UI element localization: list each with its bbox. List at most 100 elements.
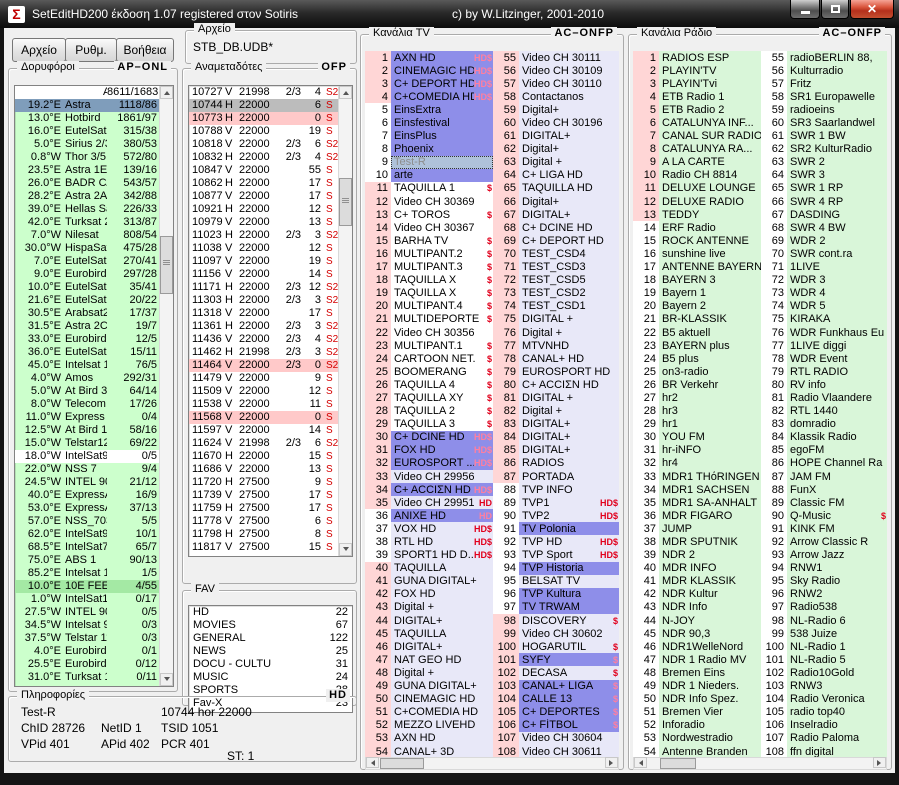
satellite-row[interactable]: 11.0°WExpress AM440/4 — [15, 411, 159, 424]
channel-row[interactable]: 16MULTIPANT.2$ — [365, 247, 493, 260]
satellite-row[interactable]: 21.6°EEutelSat W620/22 — [15, 294, 159, 307]
satellite-row[interactable]: 18.0°WIntelSat9010/5 — [15, 450, 159, 463]
channel-row[interactable]: 13C+ TOROS$ — [365, 208, 493, 221]
channel-row[interactable]: 83domradio — [761, 418, 887, 431]
channel-row[interactable]: 42NDR Kultur — [633, 588, 761, 601]
satellite-row[interactable]: 19.2°EAstra1118/86 — [15, 99, 159, 112]
channel-row[interactable]: 53AXN HD — [365, 732, 493, 745]
satellite-list[interactable]: All8611/168319.2°EAstra1118/8613.0°EHotb… — [14, 85, 174, 687]
channel-row[interactable]: 107Video CH 30604 — [493, 732, 619, 745]
channel-row[interactable]: 1RADIOS ESP — [633, 51, 761, 64]
channel-row[interactable]: 77MTVNHD — [493, 339, 619, 352]
channel-row[interactable]: 5EinsExtra — [365, 103, 493, 116]
channel-row[interactable]: 102Radio10Gold — [761, 666, 887, 679]
channel-row[interactable]: 11DELUXE LOUNGE — [633, 182, 761, 195]
tv-horizontal-scrollbar[interactable] — [365, 757, 619, 770]
channel-row[interactable]: 31hr-iNFO — [633, 444, 761, 457]
satellite-row[interactable]: 31.0°ETurksat 1C0/11 — [15, 671, 159, 684]
channel-row[interactable]: 24B5 plus — [633, 352, 761, 365]
channel-row[interactable]: 10arte — [365, 169, 493, 182]
channel-row[interactable]: 98DISCOVERY$ — [493, 614, 619, 627]
satellite-row[interactable]: 4.0°EEurobird 4A0/1 — [15, 645, 159, 658]
channel-row[interactable]: 48Bremen Eins — [633, 666, 761, 679]
channel-row[interactable]: 59radioeins — [761, 103, 887, 116]
transponder-row[interactable]: 11670H2200015S — [189, 450, 338, 463]
channel-row[interactable]: 81DIGITAL + — [493, 391, 619, 404]
transponder-row[interactable]: 10818V220002/36S28 — [189, 138, 338, 151]
transponder-row[interactable]: 11759H2750017S — [189, 502, 338, 515]
channel-row[interactable]: 37JUMP — [633, 522, 761, 535]
satellite-row[interactable]: 8.0°WTelecom 2D17/26 — [15, 398, 159, 411]
channel-row[interactable]: 12Video CH 30369 — [365, 195, 493, 208]
channel-row[interactable]: 104CALLE 13$ — [493, 693, 619, 706]
satellite-row[interactable]: 10.0°EEutelSat W135/41 — [15, 281, 159, 294]
scroll-left-icon[interactable] — [634, 757, 647, 768]
channel-row[interactable]: 75DIGITAL + — [493, 313, 619, 326]
channel-row[interactable]: 85DIGITAL+ — [493, 444, 619, 457]
channel-row[interactable]: 30C+ DCINE HDHD$ — [365, 431, 493, 444]
channel-row[interactable]: 64C+ LIGA HD — [493, 169, 619, 182]
satellite-row[interactable]: 0.8°WThor 3/5572/80 — [15, 151, 159, 164]
channel-row[interactable]: 67DIGITAL+ — [493, 208, 619, 221]
channel-row[interactable]: 8CATALUNYA RA... — [633, 143, 761, 156]
channel-row[interactable]: 79EUROSPORT HD — [493, 365, 619, 378]
channel-row[interactable]: 99Video CH 30602 — [493, 627, 619, 640]
channel-row[interactable]: 36MDR FIGARO — [633, 509, 761, 522]
satellite-row[interactable]: 25.5°EEurobird 20/12 — [15, 658, 159, 671]
transponder-scrollbar[interactable] — [338, 86, 352, 556]
fav-row[interactable]: MOVIES67 — [189, 619, 352, 632]
channel-row[interactable]: 1AXN HDHD$ — [365, 51, 493, 64]
channel-row[interactable]: 55Video CH 30111 — [493, 51, 619, 64]
channel-row[interactable]: 44N-JOY — [633, 614, 761, 627]
satellite-row[interactable]: 85.2°EIntelsat 151/5 — [15, 567, 159, 580]
channel-row[interactable]: 60Video CH 30196 — [493, 116, 619, 129]
channel-row[interactable]: 69C+ DEPORT HD — [493, 234, 619, 247]
radio-horizontal-scrollbar[interactable] — [633, 757, 887, 770]
channel-row[interactable]: 22Video CH 30356 — [365, 326, 493, 339]
file-menu-button[interactable]: Αρχείο — [12, 38, 66, 62]
channel-row[interactable]: 11TAQUILLA 1$ — [365, 182, 493, 195]
channel-row[interactable]: 105C+ DEPORTES$ — [493, 706, 619, 719]
satellite-row[interactable]: 5.0°ESirius 2/3380/53 — [15, 138, 159, 151]
scrollbar-thumb[interactable] — [160, 236, 173, 294]
channel-row[interactable]: 70TEST_CSD4 — [493, 247, 619, 260]
satellite-row[interactable]: 30.5°EArabsat2B17/37 — [15, 307, 159, 320]
channel-row[interactable]: 48Digital + — [365, 666, 493, 679]
channel-row[interactable]: 49NDR 1 Nieders. — [633, 680, 761, 693]
channel-row[interactable]: 23BAYERN plus — [633, 339, 761, 352]
transponder-row[interactable]: 11624V219982/36S28 — [189, 437, 338, 450]
channel-row[interactable]: 91KINK FM — [761, 522, 887, 535]
satellite-row[interactable]: 7.0°WNilesat808/54 — [15, 229, 159, 242]
minimize-button[interactable] — [790, 0, 820, 19]
satellite-row[interactable]: 9.0°EEurobird 9297/28 — [15, 268, 159, 281]
satellite-row[interactable]: 26.0°EBADR C/3543/57 — [15, 177, 159, 190]
channel-row[interactable]: 98NL-Radio 6 — [761, 614, 887, 627]
fav-row[interactable]: NEWS25 — [189, 645, 352, 658]
channel-row[interactable]: 16sunshine live — [633, 247, 761, 260]
help-menu-button[interactable]: Βοήθεια — [116, 38, 174, 62]
channel-row[interactable]: 12DELUXE RADIO — [633, 195, 761, 208]
channel-row[interactable]: 87JAM FM — [761, 470, 887, 483]
channel-row[interactable]: 97TV TRWAM — [493, 601, 619, 614]
transponder-row[interactable]: 10979V2200013S — [189, 216, 338, 229]
satellite-row[interactable]: 30.0°WHispaSat475/28 — [15, 242, 159, 255]
channel-row[interactable]: 64SWR 3 — [761, 169, 887, 182]
transponder-row[interactable]: 10727V219982/34S28 — [189, 86, 338, 99]
channel-row[interactable]: 73WDR 4 — [761, 287, 887, 300]
channel-row[interactable]: 38RTL HDHD$ — [365, 535, 493, 548]
transponder-row[interactable]: 11479V220009S — [189, 372, 338, 385]
channel-row[interactable]: 62Digital+ — [493, 143, 619, 156]
channel-row[interactable]: 26BR Verkehr — [633, 378, 761, 391]
channel-row[interactable]: 52MEZZO LIVEHD — [365, 719, 493, 732]
channel-row[interactable]: 29TAQUILLA 3$ — [365, 418, 493, 431]
channel-row[interactable]: 47NDR 1 Radio MV — [633, 653, 761, 666]
channel-row[interactable]: 71TEST_CSD3 — [493, 261, 619, 274]
channel-row[interactable]: 39NDR 2 — [633, 549, 761, 562]
channel-row[interactable]: 53Nordwestradio — [633, 732, 761, 745]
channel-row[interactable]: 43Digital + — [365, 601, 493, 614]
channel-row[interactable]: 2PLAYIN'TV — [633, 64, 761, 77]
channel-row[interactable]: 104Radio Veronica — [761, 693, 887, 706]
transponder-row[interactable]: 11798H275008S — [189, 528, 338, 541]
channel-row[interactable]: 40MDR INFO — [633, 562, 761, 575]
scroll-up-icon[interactable] — [339, 86, 352, 99]
